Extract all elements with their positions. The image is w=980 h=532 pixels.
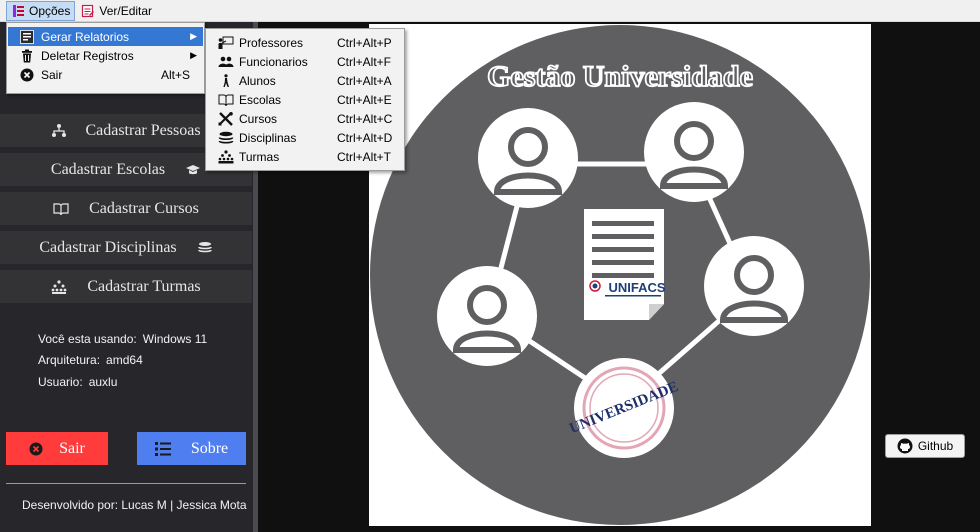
submenu-item-label: Professores: [239, 35, 304, 50]
submenu-item-professores[interactable]: Professores Ctrl+Alt+P: [207, 33, 403, 52]
layers-icon: [218, 131, 234, 145]
cadastrar-turmas-label: Cadastrar Turmas: [87, 277, 201, 295]
user-info-label: Usuario:: [38, 375, 83, 389]
person-node-icon: [478, 108, 578, 208]
menu-item-label: Gerar Relatorios: [41, 29, 130, 44]
user-info-value: auxlu: [88, 375, 118, 389]
cadastrar-turmas-button[interactable]: Cadastrar Turmas: [0, 270, 252, 303]
logo-panel: Gestão Universidade UNIFACS UNIVERSIDADE: [369, 24, 871, 526]
arch-info: Arquitetura: amd64: [38, 353, 149, 367]
cadastrar-escolas-label: Cadastrar Escolas: [50, 160, 166, 178]
person-node-icon: [704, 236, 804, 336]
menu-item-gerar-relatorios[interactable]: Gerar Relatorios ▶: [8, 27, 203, 46]
submenu-item-turmas[interactable]: Turmas Ctrl+Alt+T: [207, 147, 403, 166]
people-icon: [218, 55, 234, 69]
sobre-button[interactable]: Sobre: [137, 432, 246, 465]
cadastrar-disciplinas-button[interactable]: Cadastrar Disciplinas: [0, 231, 252, 264]
submenu-item-funcionarios[interactable]: Funcionarios Ctrl+Alt+F: [207, 52, 403, 71]
submenu-item-cursos[interactable]: Cursos Ctrl+Alt+C: [207, 109, 403, 128]
menu-opcoes[interactable]: Opções: [6, 0, 76, 21]
menu-item-accelerator: Alt+S: [160, 67, 190, 82]
close-circle-icon: [29, 442, 43, 456]
brand-label: UNIFACS: [608, 280, 665, 295]
graduation-cap-icon: [185, 162, 201, 178]
teacher-icon: [218, 36, 234, 50]
menu-item-label: Deletar Registros: [41, 48, 134, 63]
submenu-item-accelerator: Ctrl+Alt+E: [337, 92, 392, 107]
submenu-item-label: Cursos: [239, 111, 278, 126]
walking-person-icon: [218, 73, 234, 88]
close-circle-icon: [20, 68, 34, 82]
options-menu-icon: [11, 4, 25, 18]
submenu-item-label: Escolas: [239, 92, 282, 107]
cadastrar-pessoas-label: Cadastrar Pessoas: [85, 121, 201, 139]
menu-ver-editar-label: Ver/Editar: [99, 3, 153, 18]
menu-opcoes-label: Opções: [29, 3, 71, 18]
document-icon: UNIFACS: [584, 209, 666, 320]
report-icon: [20, 29, 34, 44]
github-button[interactable]: Github: [885, 434, 965, 458]
os-info: Você esta usando: Windows 11: [38, 332, 213, 346]
cadastrar-cursos-button[interactable]: Cadastrar Cursos: [0, 192, 252, 225]
sair-button[interactable]: Sair: [6, 432, 108, 465]
menu-ver-editar[interactable]: Ver/Editar: [77, 1, 156, 21]
menu-bar: Opções Ver/Editar: [0, 0, 980, 22]
person-node-icon: [437, 266, 537, 366]
submenu-arrow-icon: ▶: [190, 31, 197, 41]
arch-info-value: amd64: [106, 353, 143, 367]
person-node-icon: [644, 102, 744, 202]
trash-icon: [20, 49, 34, 63]
divider: [6, 483, 246, 484]
submenu-item-accelerator: Ctrl+Alt+T: [337, 149, 392, 164]
submenu-item-accelerator: Ctrl+Alt+F: [337, 54, 392, 69]
submenu-item-accelerator: Ctrl+Alt+C: [337, 111, 393, 126]
submenu-item-escolas[interactable]: Escolas Ctrl+Alt+E: [207, 90, 403, 109]
group-icon: [218, 149, 234, 164]
submenu-item-label: Disciplinas: [239, 130, 297, 145]
submenu-arrow-icon: ▶: [190, 50, 197, 60]
cadastrar-cursos-label: Cadastrar Cursos: [89, 199, 199, 217]
cadastrar-disciplinas-label: Cadastrar Disciplinas: [39, 238, 177, 256]
layers-icon: [197, 240, 213, 256]
gerar-relatorios-submenu: Professores Ctrl+Alt+P Funcionarios Ctrl…: [205, 28, 405, 171]
github-label: Github: [917, 439, 954, 453]
arch-info-label: Arquitetura:: [38, 353, 101, 367]
user-info: Usuario: auxlu: [38, 375, 123, 389]
book-icon: [218, 93, 234, 107]
submenu-item-accelerator: Ctrl+Alt+P: [337, 35, 392, 50]
submenu-item-accelerator: Ctrl+Alt+A: [337, 73, 392, 88]
book-open-icon: [53, 201, 69, 217]
menu-item-deletar-registros[interactable]: Deletar Registros ▶: [8, 46, 203, 65]
org-chart-icon: [51, 123, 67, 139]
os-info-value: Windows 11: [142, 332, 208, 346]
submenu-item-disciplinas[interactable]: Disciplinas Ctrl+Alt+D: [207, 128, 403, 147]
gestao-universidade-logo: Gestão Universidade UNIFACS UNIVERSIDADE: [370, 25, 870, 525]
menu-item-label: Sair: [41, 67, 63, 82]
group-icon: [51, 279, 67, 295]
os-info-label: Você esta usando:: [38, 332, 137, 346]
sobre-label: Sobre: [190, 439, 229, 457]
opcoes-dropdown: Gerar Relatorios ▶ Deletar Registros ▶ S…: [6, 22, 205, 94]
edit-document-icon: [81, 4, 95, 18]
logo-title: Gestão Universidade: [487, 60, 753, 93]
sair-label: Sair: [59, 439, 85, 457]
menu-item-sair[interactable]: Sair Alt+S: [8, 65, 203, 84]
list-icon: [154, 441, 171, 456]
submenu-item-label: Alunos: [239, 73, 276, 88]
submenu-item-accelerator: Ctrl+Alt+D: [337, 130, 393, 145]
github-icon: [897, 438, 913, 454]
tools-icon: [218, 111, 234, 126]
credits-text: Desenvolvido por: Lucas M | Jessica Mota: [22, 498, 247, 512]
submenu-item-alunos[interactable]: Alunos Ctrl+Alt+A: [207, 71, 403, 90]
submenu-item-label: Funcionarios: [239, 54, 308, 69]
submenu-item-label: Turmas: [239, 149, 280, 164]
